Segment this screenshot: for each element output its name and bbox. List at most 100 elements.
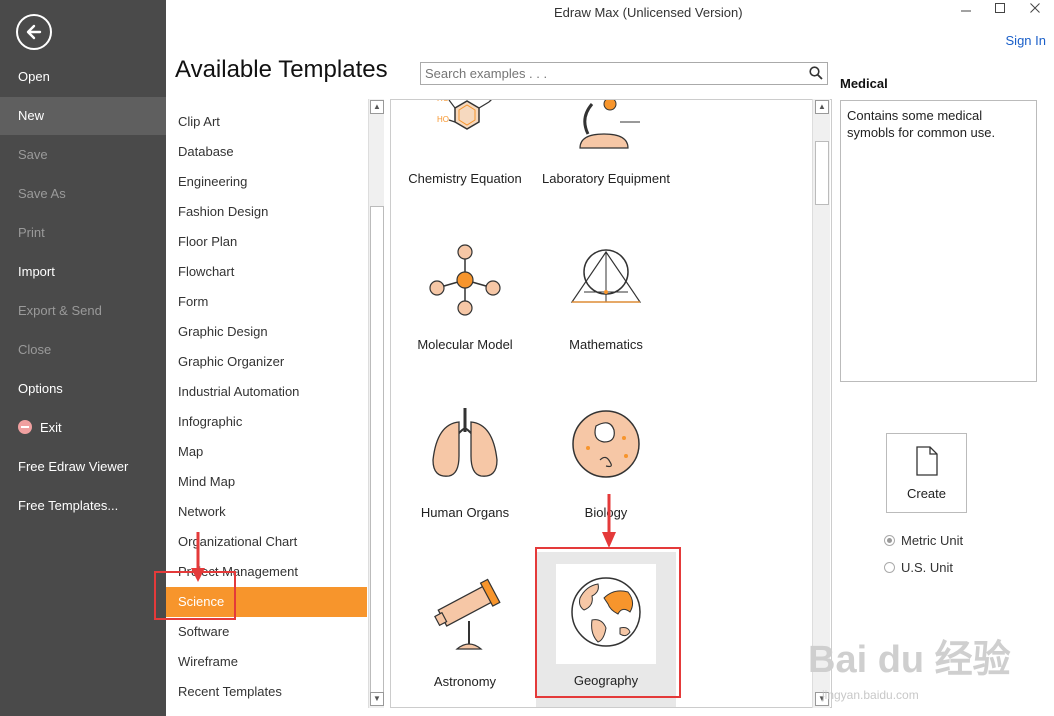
maximize-button[interactable] [990,2,1010,18]
minimize-icon [961,10,971,12]
menu-new-label: New [18,108,45,123]
category-item[interactable]: Clip Art [166,107,367,137]
category-scroll-thumb[interactable] [370,206,384,696]
selected-category-heading: Medical [840,76,888,91]
template-astronomy[interactable]: Astronomy [395,565,535,705]
app-title: Edraw Max (Unlicensed Version) [554,5,743,20]
menu-save[interactable]: Save [0,136,166,174]
minimize-button[interactable] [956,2,976,18]
menu-export-label: Export & Send [18,303,102,318]
category-item[interactable]: Mind Map [166,467,367,497]
back-arrow-icon [26,24,42,40]
telescope-icon [434,578,501,650]
category-item[interactable]: Wireframe [166,647,367,677]
new-document-icon [916,446,938,476]
create-button-label: Create [906,486,947,501]
category-item[interactable]: Map [166,437,367,467]
menu-import-label: Import [18,264,55,279]
menu-open[interactable]: Open [0,58,166,96]
template-label: Mathematics [569,337,643,352]
app-window: Open New Save Save As Print Import Expor… [0,0,1054,716]
template-molecular-model[interactable]: Molecular Model [395,230,535,370]
category-item[interactable]: Graphic Organizer [166,347,367,377]
category-item[interactable]: Network [166,497,367,527]
category-scrollbar[interactable]: ▲ ▼ [368,99,384,708]
molecule-icon [429,244,501,316]
watermark-url: jingyan.baidu.com [822,688,919,702]
create-button[interactable]: Create [886,433,967,513]
watermark-logo: Bai du 经验 [808,639,1011,681]
category-item[interactable]: Software [166,617,367,647]
metric-unit-radio[interactable]: Metric Unit [884,533,963,548]
template-laboratory-equipment[interactable]: Laboratory Equipment [536,100,676,200]
menu-save-as-label: Save As [18,186,66,201]
menu-print-label: Print [18,225,45,240]
metric-unit-label: Metric Unit [901,533,964,548]
radio-selected-icon [884,535,895,546]
svg-text:HO: HO [437,99,449,103]
search-input[interactable] [421,63,801,84]
template-human-organs[interactable]: Human Organs [395,398,535,538]
template-scrollbar[interactable]: ▲ ▼ [812,99,830,708]
scroll-up-icon[interactable]: ▲ [370,100,384,114]
menu-close[interactable]: Close [0,331,166,369]
close-icon [1030,3,1040,13]
page-title: Available Templates [175,56,388,83]
microscope-icon [579,100,640,149]
maximize-icon [995,3,1005,13]
menu-free-viewer[interactable]: Free Edraw Viewer [0,448,166,486]
annotation-arrow-icon [191,532,205,582]
us-unit-radio[interactable]: U.S. Unit [884,560,953,575]
chemistry-icon: HO HO NH [437,99,492,130]
svg-text:HO: HO [437,115,449,124]
category-item[interactable]: Database [166,137,367,167]
search-icon[interactable] [809,66,823,80]
sign-in-link[interactable]: Sign In [1006,33,1046,48]
scroll-down-icon[interactable]: ▼ [370,692,384,706]
category-item[interactable]: Industrial Automation [166,377,367,407]
menu-options[interactable]: Options [0,370,166,408]
menu-free-viewer-label: Free Edraw Viewer [18,459,129,474]
menu-options-label: Options [18,381,63,396]
template-mathematics[interactable]: Mathematics [536,230,676,370]
back-button[interactable] [16,14,52,50]
menu-save-as[interactable]: Save As [0,175,166,213]
category-item[interactable]: Engineering [166,167,367,197]
radio-unselected-icon [884,562,895,573]
template-label: Astronomy [433,674,497,689]
menu-open-label: Open [18,69,50,84]
template-scroll-thumb[interactable] [815,141,829,205]
cell-icon [572,410,640,478]
menu-free-templates-label: Free Templates... [18,498,119,513]
category-item[interactable]: Graphic Design [166,317,367,347]
template-label: Laboratory Equipment [536,170,676,187]
title-bar: Edraw Max (Unlicensed Version) [166,0,1054,26]
menu-save-label: Save [18,147,48,162]
scroll-up-icon[interactable]: ▲ [815,100,829,114]
close-window-button[interactable] [1025,2,1045,18]
menu-free-templates[interactable]: Free Templates... [0,487,166,525]
category-item[interactable]: Infographic [166,407,367,437]
backstage-menu: Open New Save Save As Print Import Expor… [0,0,166,716]
template-label-text: Laboratory Equipment [542,171,670,186]
geometry-icon [570,249,642,303]
template-chemistry-equation[interactable]: HO HO NH Chemistry Equation [395,99,535,200]
category-item[interactable]: Flowchart [166,257,367,287]
category-item[interactable]: Floor Plan [166,227,367,257]
category-item[interactable]: Recent Templates [166,677,367,707]
menu-export-send[interactable]: Export & Send [0,292,166,330]
template-label: Human Organs [420,505,510,520]
category-description: Contains some medical symobls for common… [840,100,1037,382]
exit-icon [18,420,32,434]
menu-new[interactable]: New [0,97,166,135]
annotation-box-geography [535,547,681,698]
menu-print[interactable]: Print [0,214,166,252]
category-item[interactable]: Fashion Design [166,197,367,227]
template-label: Chemistry Equation [408,171,522,186]
annotation-arrow-icon [602,494,616,548]
search-box [420,62,828,85]
category-item[interactable]: Form [166,287,367,317]
lungs-icon [432,408,498,477]
menu-exit[interactable]: Exit [0,409,166,447]
menu-import[interactable]: Import [0,253,166,291]
